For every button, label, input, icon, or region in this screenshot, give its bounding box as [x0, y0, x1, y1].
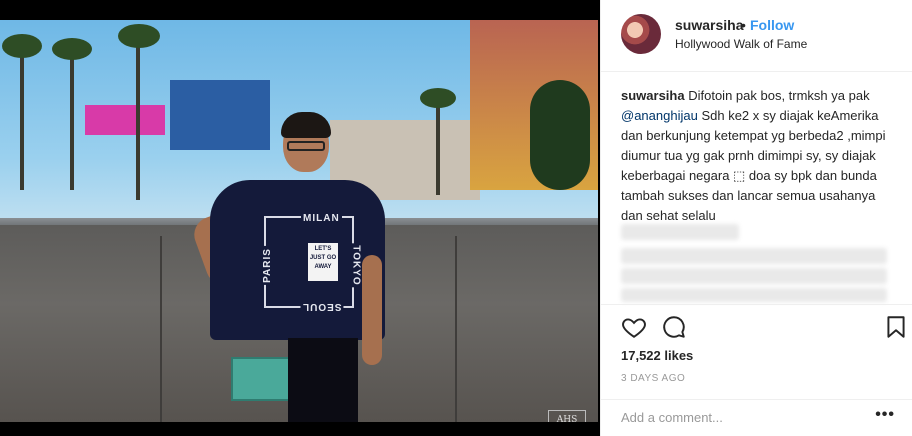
post-header: suwarsiha • Follow Hollywood Walk of Fam… — [601, 0, 912, 72]
photo-palm-leaves — [2, 34, 42, 58]
shirt-text-top: MILAN — [301, 213, 342, 224]
caption: suwarsiha Difotoin pak bos, trmksh ya pa… — [621, 86, 893, 226]
separator-dot: • — [741, 17, 746, 33]
photo-billboard — [85, 105, 165, 135]
photo-palm-trunk — [436, 95, 440, 195]
photo-person-glasses — [287, 141, 325, 151]
post-sidebar: suwarsiha • Follow Hollywood Walk of Fam… — [600, 0, 912, 436]
shirt-text-bottom: SEOUL — [300, 301, 344, 312]
redacted-comment — [621, 268, 887, 284]
post-photo[interactable]: MILAN PARIS TOKYO SEOUL LET'S JUST GO AW… — [0, 20, 598, 422]
caption-mention[interactable]: @ananghijau — [621, 108, 698, 123]
comment-bar: Add a comment... ••• — [601, 399, 912, 435]
photo-tree — [530, 80, 590, 190]
likes-count[interactable]: 17,522 likes — [621, 348, 693, 363]
photo-palm-leaves — [420, 88, 456, 108]
shirt-text-right: TOKYO — [350, 243, 362, 288]
caption-text-continued: Sdh ke2 x sy diajak keAmerika dan berkun… — [621, 108, 886, 223]
redacted-comment — [621, 248, 887, 264]
photo-building — [170, 80, 270, 150]
photo-palm-trunk — [136, 30, 140, 200]
shirt-text-left: PARIS — [261, 246, 273, 285]
photo-frame: MILAN PARIS TOKYO SEOUL LET'S JUST GO AW… — [0, 0, 600, 436]
photo-person-pants — [288, 338, 358, 422]
avatar[interactable] — [621, 14, 661, 54]
comment-icon[interactable] — [661, 314, 687, 340]
photo-palm-leaves — [118, 24, 160, 48]
bookmark-icon[interactable] — [883, 314, 909, 340]
post-timestamp[interactable]: 3 DAYS AGO — [621, 373, 685, 384]
photo-person-arm — [362, 255, 382, 365]
redacted-comment — [621, 288, 887, 302]
more-options-icon[interactable]: ••• — [875, 406, 895, 424]
shirt-label: LET'S JUST GO AWAY — [308, 243, 338, 281]
photo-wall-seam — [160, 236, 162, 422]
location-link[interactable]: Hollywood Walk of Fame — [675, 37, 807, 51]
follow-button[interactable]: Follow — [750, 17, 794, 33]
photo-palm-trunk — [20, 40, 24, 190]
photo-watermark: AHS — [548, 410, 586, 422]
instagram-post: MILAN PARIS TOKYO SEOUL LET'S JUST GO AW… — [0, 0, 912, 436]
photo-palm-trunk — [70, 45, 74, 190]
photo-palm-leaves — [52, 38, 92, 60]
heart-icon[interactable] — [621, 314, 647, 340]
username-link[interactable]: suwarsiha — [675, 17, 743, 33]
caption-username[interactable]: suwarsiha — [621, 88, 685, 103]
photo-wall-seam — [455, 236, 457, 422]
actions-section: 17,522 likes 3 DAYS AGO Add a comment...… — [601, 304, 912, 434]
caption-text: Difotoin pak bos, trmksh ya pak — [688, 88, 870, 103]
redacted-comment — [621, 224, 739, 240]
comment-input[interactable]: Add a comment... — [621, 410, 723, 425]
